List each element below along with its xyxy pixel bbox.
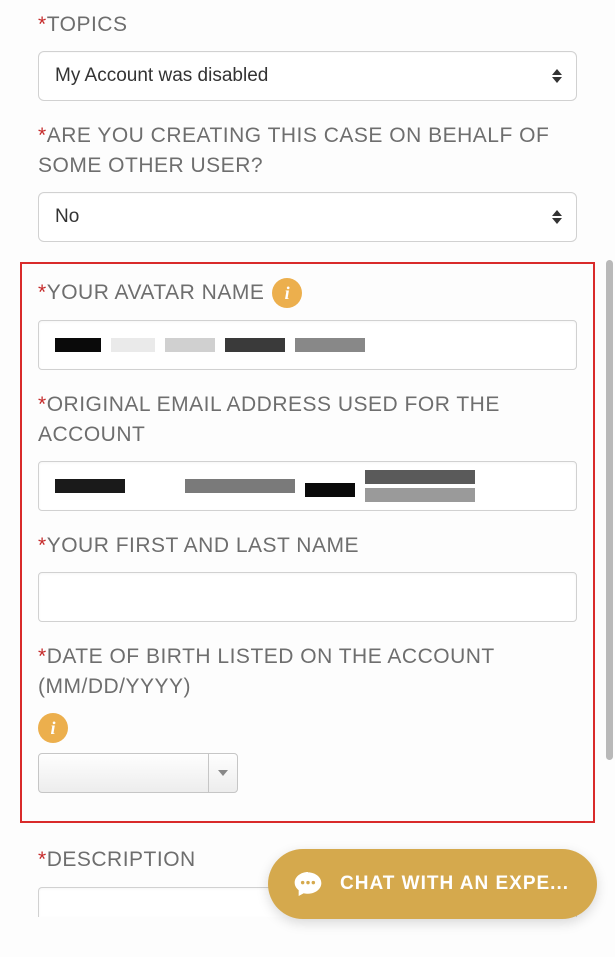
required-asterisk: * bbox=[38, 848, 47, 871]
scrollbar-thumb[interactable] bbox=[606, 260, 613, 760]
topics-select[interactable]: My Account was disabled bbox=[38, 51, 577, 101]
chat-widget-label: CHAT WITH AN EXPE... bbox=[340, 873, 569, 895]
required-asterisk: * bbox=[38, 645, 47, 668]
redacted-text bbox=[365, 488, 475, 502]
required-asterisk: * bbox=[38, 13, 47, 36]
redacted-text bbox=[165, 338, 215, 352]
field-on-behalf: *ARE YOU CREATING THIS CASE ON BEHALF OF… bbox=[38, 121, 577, 242]
field-avatar-name: *YOUR AVATAR NAME i bbox=[38, 278, 577, 370]
required-asterisk: * bbox=[38, 124, 47, 147]
select-arrows-icon bbox=[552, 69, 562, 83]
field-dob: *DATE OF BIRTH LISTED ON THE ACCOUNT (MM… bbox=[38, 642, 577, 793]
redacted-text bbox=[225, 338, 285, 352]
label-full-name: *YOUR FIRST AND LAST NAME bbox=[38, 531, 577, 560]
topics-select-value: My Account was disabled bbox=[55, 65, 268, 87]
highlighted-section: *YOUR AVATAR NAME i *ORIGINAL EMAIL ADDR… bbox=[20, 262, 595, 823]
label-full-name-text: YOUR FIRST AND LAST NAME bbox=[47, 534, 359, 557]
label-on-behalf-text: ARE YOU CREATING THIS CASE ON BEHALF OF … bbox=[38, 124, 549, 176]
full-name-input[interactable] bbox=[38, 572, 577, 622]
required-asterisk: * bbox=[38, 393, 47, 416]
email-input[interactable] bbox=[38, 461, 577, 511]
chevron-down-icon bbox=[218, 770, 228, 776]
label-topics: *TOPICS bbox=[38, 10, 577, 39]
label-dob: *DATE OF BIRTH LISTED ON THE ACCOUNT (MM… bbox=[38, 642, 577, 701]
redacted-text bbox=[55, 338, 101, 352]
redacted-text bbox=[111, 338, 155, 352]
chat-widget-button[interactable]: CHAT WITH AN EXPE... bbox=[268, 849, 597, 919]
select-arrows-icon bbox=[552, 210, 562, 224]
label-avatar-name: *YOUR AVATAR NAME i bbox=[38, 278, 577, 308]
redacted-text bbox=[295, 338, 365, 352]
on-behalf-select[interactable]: No bbox=[38, 192, 577, 242]
label-description-text: DESCRIPTION bbox=[47, 848, 196, 871]
info-icon[interactable]: i bbox=[38, 713, 68, 743]
avatar-name-input[interactable] bbox=[38, 320, 577, 370]
redacted-text bbox=[365, 470, 475, 484]
required-asterisk: * bbox=[38, 281, 47, 304]
field-full-name: *YOUR FIRST AND LAST NAME bbox=[38, 531, 577, 622]
label-avatar-text: YOUR AVATAR NAME bbox=[47, 281, 265, 304]
required-asterisk: * bbox=[38, 534, 47, 557]
support-form: *TOPICS My Account was disabled *ARE YOU… bbox=[0, 0, 615, 947]
label-topics-text: TOPICS bbox=[47, 13, 128, 36]
on-behalf-select-value: No bbox=[55, 206, 79, 228]
label-on-behalf: *ARE YOU CREATING THIS CASE ON BEHALF OF… bbox=[38, 121, 577, 180]
field-topics: *TOPICS My Account was disabled bbox=[38, 10, 577, 101]
redacted-text bbox=[185, 479, 295, 493]
dob-date-picker[interactable] bbox=[38, 753, 238, 793]
label-email-text: ORIGINAL EMAIL ADDRESS USED FOR THE ACCO… bbox=[38, 393, 500, 445]
info-icon[interactable]: i bbox=[272, 278, 302, 308]
label-email: *ORIGINAL EMAIL ADDRESS USED FOR THE ACC… bbox=[38, 390, 577, 449]
field-email: *ORIGINAL EMAIL ADDRESS USED FOR THE ACC… bbox=[38, 390, 577, 511]
chat-bubble-icon bbox=[292, 868, 324, 900]
label-dob-text: DATE OF BIRTH LISTED ON THE ACCOUNT (MM/… bbox=[38, 645, 494, 697]
redacted-text bbox=[305, 483, 355, 497]
redacted-text bbox=[55, 479, 125, 493]
